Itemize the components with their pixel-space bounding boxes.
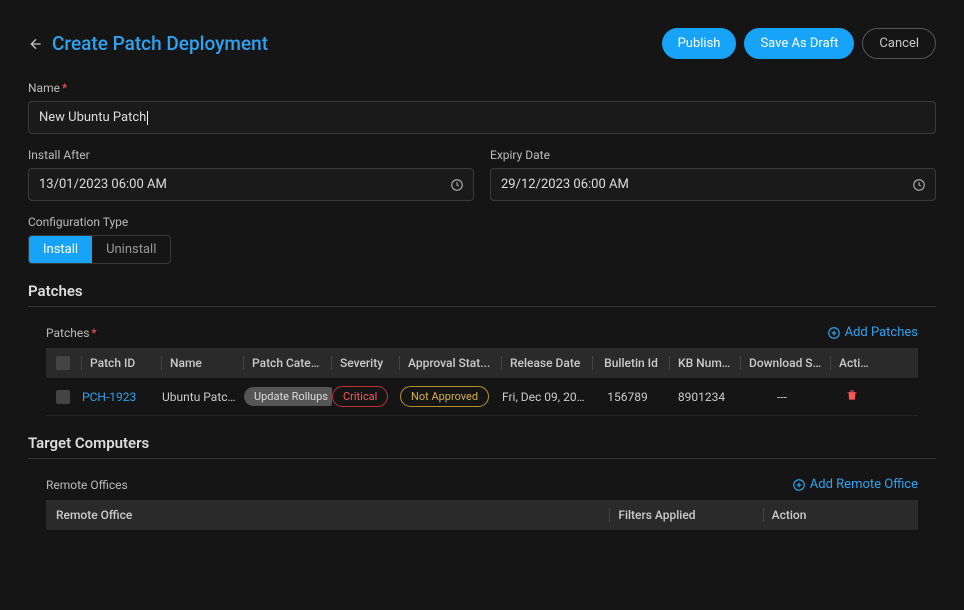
remote-offices-label: Remote Offices bbox=[46, 478, 128, 492]
cancel-button[interactable]: Cancel bbox=[862, 28, 936, 59]
config-type-toggle: Install Uninstall bbox=[28, 235, 171, 264]
target-computers-section-title: Target Computers bbox=[28, 434, 936, 459]
release-date-cell: Fri, Dec 09, 20... bbox=[502, 390, 593, 404]
select-all-checkbox[interactable] bbox=[56, 356, 70, 370]
uninstall-toggle-button[interactable]: Uninstall bbox=[92, 236, 170, 263]
patches-table-header: Patch ID Name Patch Catego... Severity A… bbox=[46, 348, 918, 378]
remote-office-table-header: Remote Office Filters Applied Action bbox=[46, 500, 918, 530]
plus-circle-icon bbox=[827, 326, 841, 340]
patch-name-cell: Ubuntu Patch ... bbox=[162, 390, 244, 404]
severity-badge: Critical bbox=[332, 386, 388, 407]
bulletin-cell: 156789 bbox=[593, 390, 670, 404]
row-checkbox[interactable] bbox=[56, 390, 70, 404]
add-remote-office-button[interactable]: Add Remote Office bbox=[792, 477, 918, 492]
category-badge: Update Rollups bbox=[244, 387, 332, 406]
install-toggle-button[interactable]: Install bbox=[29, 236, 92, 263]
kb-cell: 8901234 bbox=[670, 390, 741, 404]
patches-section-title: Patches bbox=[28, 282, 936, 307]
install-after-label: Install After bbox=[28, 148, 474, 162]
patches-label: Patches* bbox=[46, 326, 97, 340]
download-cell: --- bbox=[741, 390, 831, 404]
install-after-input[interactable] bbox=[28, 168, 474, 201]
publish-button[interactable]: Publish bbox=[662, 28, 737, 59]
page-title: Create Patch Deployment bbox=[52, 32, 268, 55]
approval-badge: Not Approved bbox=[400, 386, 489, 407]
back-arrow-icon[interactable] bbox=[28, 36, 44, 52]
save-as-draft-button[interactable]: Save As Draft bbox=[744, 28, 854, 59]
name-label: Name* bbox=[28, 81, 936, 95]
config-type-label: Configuration Type bbox=[28, 215, 936, 229]
patch-id-link[interactable]: PCH-1923 bbox=[82, 390, 136, 404]
plus-circle-icon bbox=[792, 478, 806, 492]
expiry-date-label: Expiry Date bbox=[490, 148, 936, 162]
add-patches-button[interactable]: Add Patches bbox=[827, 325, 918, 340]
expiry-date-input[interactable] bbox=[490, 168, 936, 201]
table-row: PCH-1923 Ubuntu Patch ... Update Rollups… bbox=[46, 378, 918, 416]
delete-icon[interactable] bbox=[845, 388, 859, 402]
name-input[interactable]: New Ubuntu Patch bbox=[28, 101, 936, 134]
